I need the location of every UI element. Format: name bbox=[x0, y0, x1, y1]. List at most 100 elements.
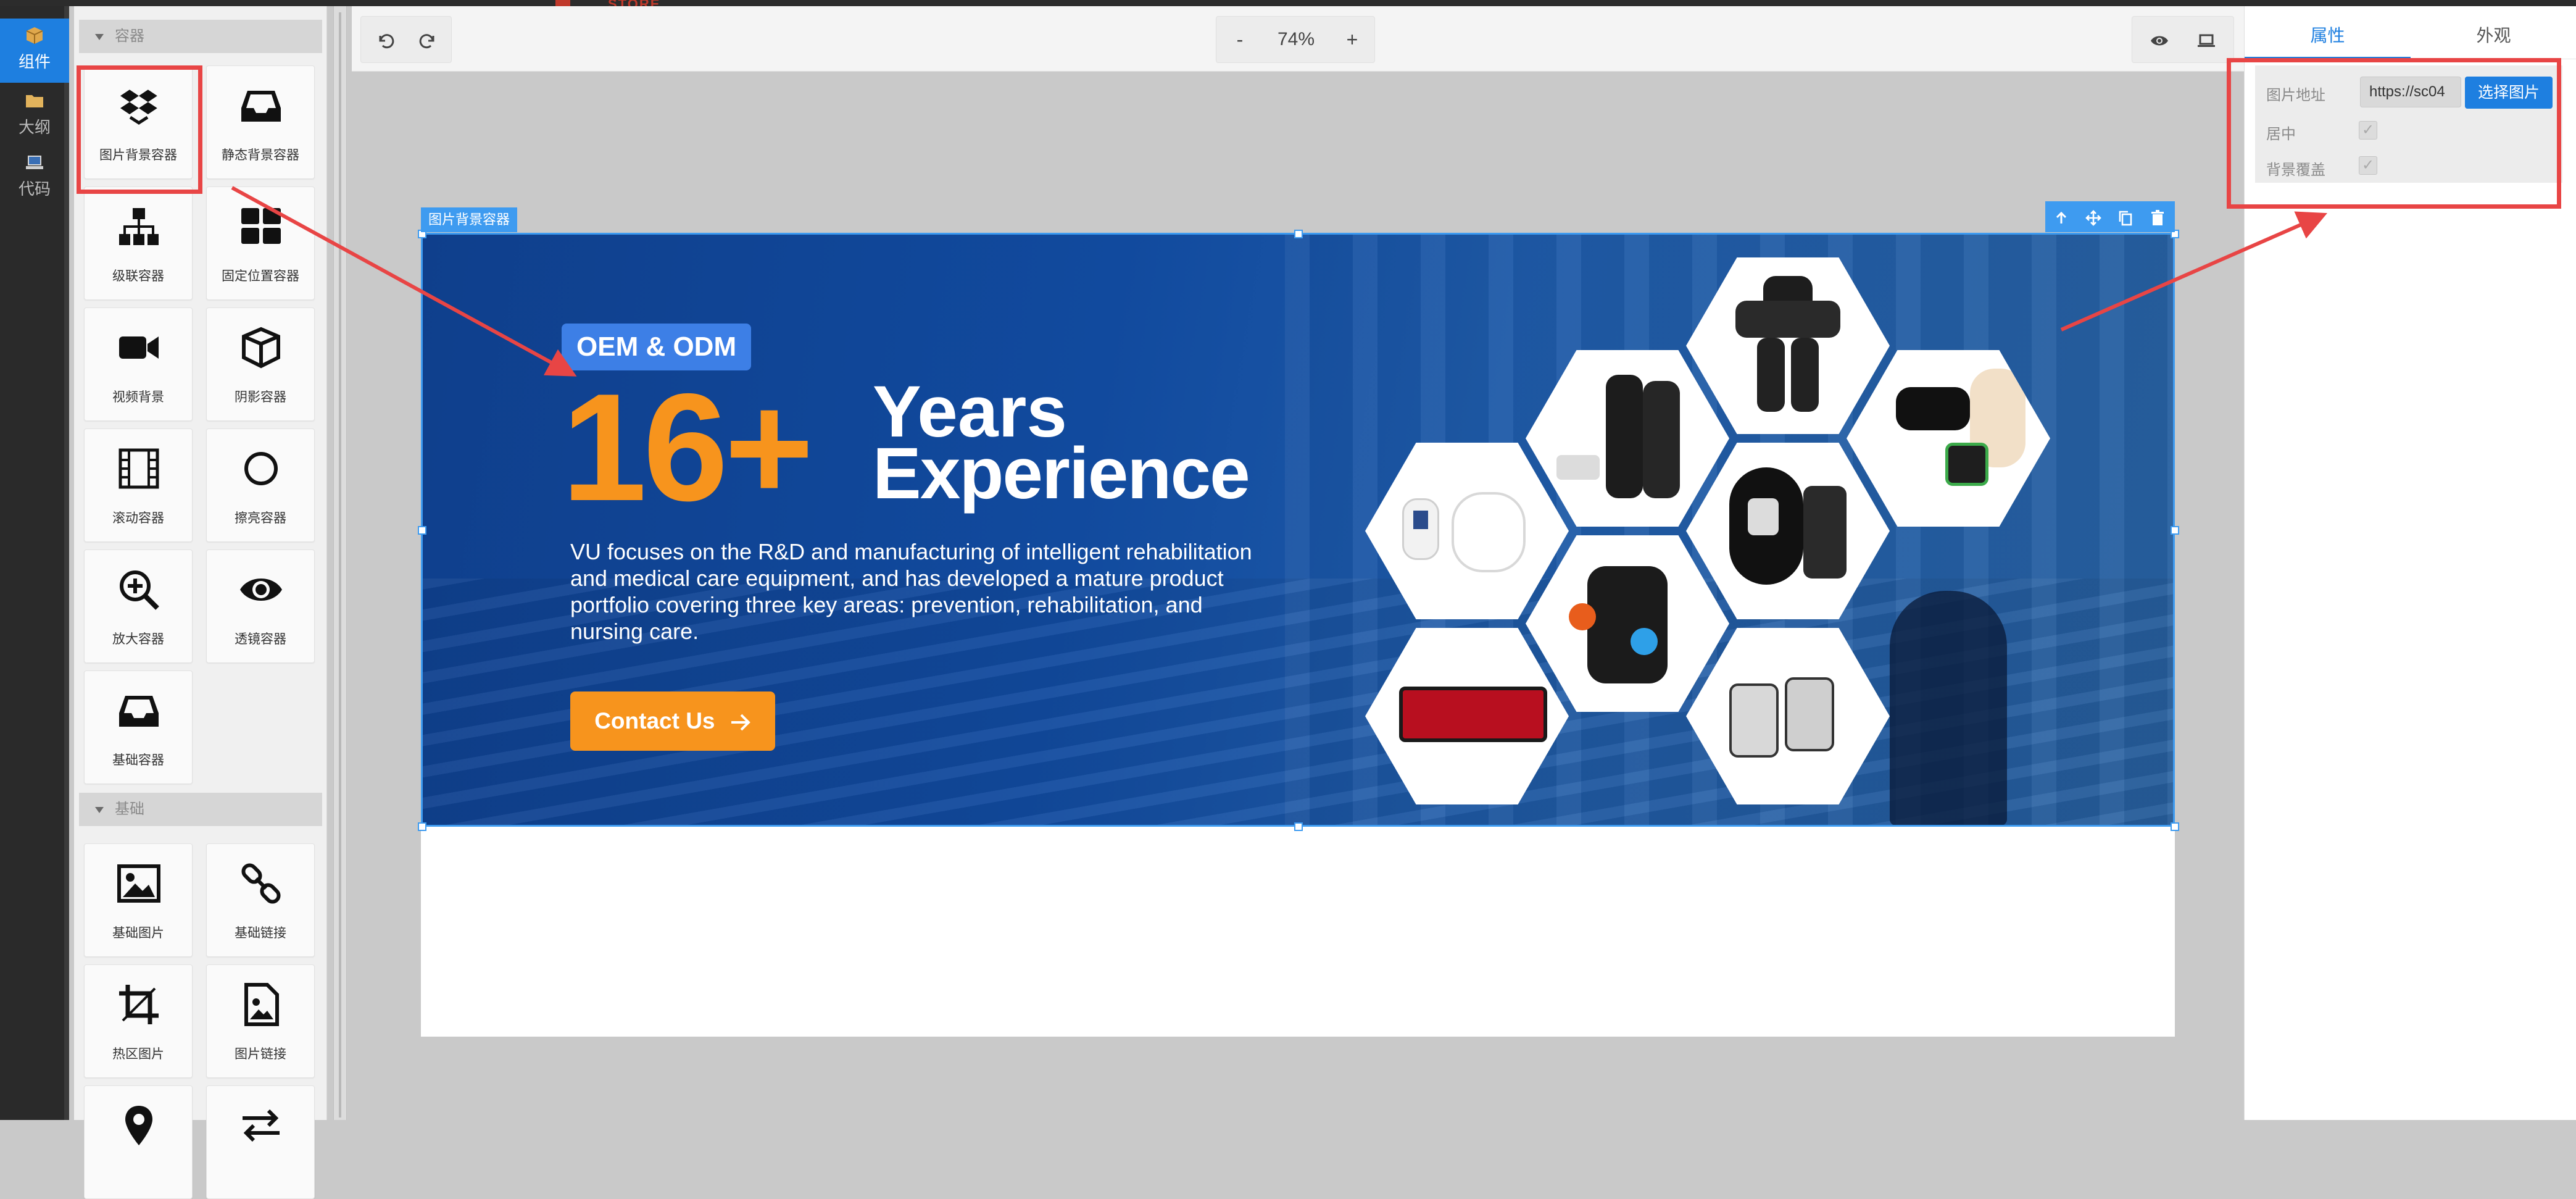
map-pin-icon bbox=[125, 1106, 152, 1145]
image-url-label: 图片地址 bbox=[2266, 87, 2325, 104]
tile-label: 擦亮容器 bbox=[235, 511, 286, 525]
palette-tile-video-background[interactable]: 视频背景 bbox=[84, 307, 193, 421]
film-icon bbox=[118, 448, 159, 489]
duplicate-button[interactable] bbox=[2109, 201, 2142, 232]
group-title: 基础 bbox=[115, 801, 144, 817]
tab-appearance[interactable]: 外观 bbox=[2411, 12, 2576, 59]
palette-tile-shadow-container[interactable]: 阴影容器 bbox=[206, 307, 315, 421]
palette-tile-basic-container[interactable]: 基础容器 bbox=[84, 671, 193, 784]
group-header-container[interactable]: 容器 bbox=[79, 20, 322, 53]
image-url-input[interactable]: https://sc04 bbox=[2360, 77, 2461, 107]
delete-button[interactable] bbox=[2142, 201, 2174, 232]
palette-tile-lens-container[interactable]: 透镜容器 bbox=[206, 549, 315, 663]
dropbox-icon bbox=[120, 90, 157, 125]
move-up-button[interactable] bbox=[2045, 201, 2077, 232]
canvas-toolbar: - 74% + bbox=[352, 6, 2244, 72]
palette-tile-cascade-container[interactable]: 级联容器 bbox=[84, 186, 193, 300]
copy-icon bbox=[2119, 211, 2132, 225]
tile-label: 透镜容器 bbox=[235, 632, 286, 646]
contact-us-button[interactable]: Contact Us bbox=[570, 691, 775, 751]
contact-us-label: Contact Us bbox=[594, 708, 715, 733]
inbox-icon bbox=[119, 696, 159, 727]
arrow-right-icon bbox=[731, 714, 750, 731]
zoom-in-icon bbox=[120, 570, 159, 610]
palette-tile-image-link[interactable]: 图片链接 bbox=[206, 964, 315, 1078]
group-title: 容器 bbox=[115, 28, 144, 44]
folder-icon bbox=[26, 95, 43, 107]
crop-icon bbox=[119, 985, 159, 1024]
experience-heading: Experience bbox=[873, 433, 1250, 514]
rail-item-label: 组件 bbox=[18, 52, 51, 71]
tile-label: 固定位置容器 bbox=[222, 269, 299, 283]
palette-tile-map[interactable] bbox=[84, 1085, 193, 1199]
selection-actions bbox=[2045, 201, 2175, 232]
palette-tile-polish-container[interactable]: 擦亮容器 bbox=[206, 428, 315, 542]
box-icon bbox=[26, 27, 43, 44]
tile-label: 基础链接 bbox=[235, 926, 286, 940]
palette-tile-slider[interactable] bbox=[206, 1085, 315, 1199]
left-rail: 组件 大纲 代码 bbox=[0, 6, 69, 1120]
palette-tile-zoom-container[interactable]: 放大容器 bbox=[84, 549, 193, 663]
rail-item-outline[interactable]: 大纲 bbox=[0, 85, 69, 143]
rail-item-code[interactable]: 代码 bbox=[0, 147, 69, 205]
circle-icon bbox=[244, 452, 278, 485]
palette-tile-basic-image[interactable]: 基础图片 bbox=[84, 843, 193, 957]
tile-label: 图片背景容器 bbox=[99, 148, 177, 162]
tile-label: 级联容器 bbox=[112, 269, 164, 283]
center-checkbox[interactable]: ✓ bbox=[2359, 121, 2377, 140]
worker-silhouette bbox=[1890, 591, 2007, 825]
image-file-icon bbox=[244, 983, 279, 1026]
grid-icon bbox=[241, 208, 281, 244]
choose-image-button[interactable]: 选择图片 bbox=[2465, 77, 2553, 109]
caret-down-icon bbox=[95, 806, 104, 813]
tab-properties[interactable]: 属性 bbox=[2245, 12, 2411, 59]
rail-item-label: 大纲 bbox=[18, 118, 51, 136]
tile-label: 视频背景 bbox=[112, 390, 164, 404]
banner-description: VU focuses on the R&D and manufacturing … bbox=[570, 539, 1252, 644]
palette-tile-image-bg-container[interactable]: 图片背景容器 bbox=[84, 65, 193, 179]
eye-icon bbox=[2151, 36, 2168, 46]
inbox-icon bbox=[241, 91, 281, 122]
zoom-group: - 74% + bbox=[1216, 16, 1375, 63]
image-background-container[interactable]: OEM & ODM 16+ Years Experience VU focuse… bbox=[421, 233, 2175, 827]
palette-tile-hotspot-image[interactable]: 热区图片 bbox=[84, 964, 193, 1078]
center-label: 居中 bbox=[2266, 126, 2296, 143]
palette-tile-scroll-container[interactable]: 滚动容器 bbox=[84, 428, 193, 542]
redo-button[interactable] bbox=[407, 17, 450, 62]
trash-icon bbox=[2151, 209, 2164, 225]
drag-button[interactable] bbox=[2077, 201, 2109, 232]
selection-tag: 图片背景容器 bbox=[421, 207, 518, 232]
tile-label: 静态背景容器 bbox=[222, 148, 299, 162]
palette-tile-static-bg-container[interactable]: 静态背景容器 bbox=[206, 65, 315, 179]
years-number: 16+ bbox=[562, 361, 814, 533]
red-marker bbox=[555, 0, 570, 6]
arrow-up-icon bbox=[2056, 211, 2067, 224]
zoom-in-button[interactable]: + bbox=[1334, 17, 1371, 62]
splitter-bar[interactable] bbox=[339, 12, 341, 1118]
link-icon bbox=[241, 863, 281, 904]
tile-label: 滚动容器 bbox=[112, 511, 164, 525]
rail-item-components[interactable]: 组件 bbox=[0, 19, 69, 83]
group-header-basic[interactable]: 基础 bbox=[79, 793, 322, 826]
panel-splitter[interactable] bbox=[333, 6, 347, 1120]
tile-label: 图片链接 bbox=[235, 1047, 286, 1061]
cube-icon bbox=[242, 327, 280, 369]
palette-tile-basic-link[interactable]: 基础链接 bbox=[206, 843, 315, 957]
move-icon bbox=[2085, 209, 2101, 226]
caret-down-icon bbox=[95, 33, 104, 40]
video-camera-icon bbox=[119, 336, 159, 359]
component-palette: 容器 图片背景容器 静态背景容器 级联容器 固定位置容器 视频背景 阴影容器 滚… bbox=[74, 6, 327, 1199]
undo-button[interactable] bbox=[364, 17, 407, 62]
laptop-icon bbox=[26, 156, 43, 169]
image-icon bbox=[117, 864, 160, 903]
zoom-level: 74% bbox=[1277, 29, 1315, 49]
cover-checkbox[interactable]: ✓ bbox=[2359, 156, 2377, 175]
preview-button[interactable] bbox=[2137, 17, 2182, 62]
tile-label: 基础图片 bbox=[112, 926, 164, 940]
device-button[interactable] bbox=[2184, 17, 2229, 62]
tile-label: 基础容器 bbox=[112, 753, 164, 767]
palette-tile-fixed-position-container[interactable]: 固定位置容器 bbox=[206, 186, 315, 300]
tile-label: 放大容器 bbox=[112, 632, 164, 646]
zoom-out-button[interactable]: - bbox=[1221, 17, 1258, 62]
history-group bbox=[360, 16, 452, 63]
